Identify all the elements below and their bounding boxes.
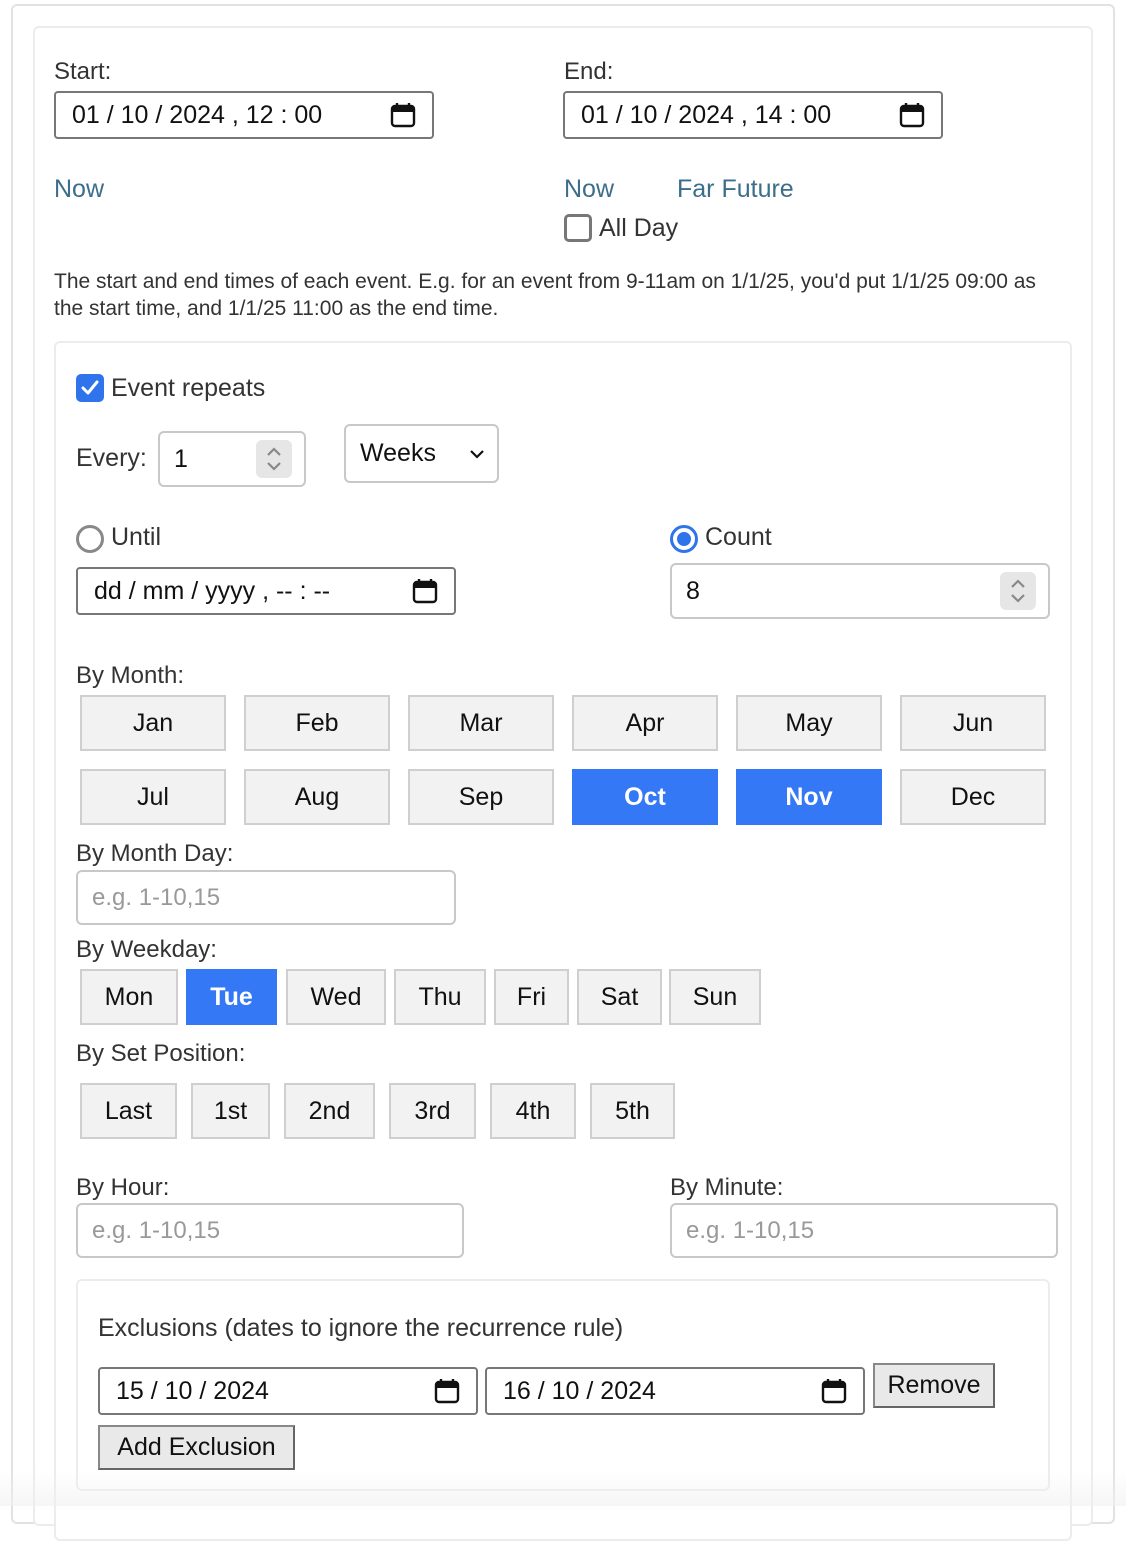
by-month-day-input[interactable]: e.g. 1-10,15 (76, 870, 456, 925)
by-minute-input[interactable]: e.g. 1-10,15 (670, 1203, 1058, 1258)
end-now-link[interactable]: Now (564, 174, 614, 204)
exclusion-date-value: 16 / 10 / 2024 (503, 1376, 656, 1405)
checkmark-icon (81, 380, 99, 395)
month-button-oct[interactable]: Oct (572, 769, 718, 825)
month-button-aug[interactable]: Aug (244, 769, 390, 825)
month-button-jan[interactable]: Jan (80, 695, 226, 751)
start-label: Start: (54, 58, 112, 85)
weekday-button-tue[interactable]: Tue (186, 969, 277, 1025)
exclusion-date-input[interactable]: 15 / 10 / 2024 (98, 1367, 478, 1415)
month-button-feb[interactable]: Feb (244, 695, 390, 751)
weekday-button-thu[interactable]: Thu (394, 969, 486, 1025)
set-position-button-5th[interactable]: 5th (590, 1083, 675, 1139)
weekday-button-sun[interactable]: Sun (669, 969, 761, 1025)
all-day-checkbox[interactable] (564, 214, 592, 242)
chevron-down-icon (470, 449, 484, 459)
count-value: 8 (686, 576, 700, 605)
calendar-icon[interactable] (412, 578, 438, 604)
by-month-day-placeholder: e.g. 1-10,15 (92, 883, 221, 911)
weekday-button-mon[interactable]: Mon (80, 969, 178, 1025)
exclusions-title: Exclusions (dates to ignore the recurren… (98, 1314, 624, 1342)
by-hour-label: By Hour: (76, 1174, 170, 1201)
calendar-icon[interactable] (899, 102, 925, 128)
month-button-nov[interactable]: Nov (736, 769, 882, 825)
weekday-button-sat[interactable]: Sat (577, 969, 662, 1025)
set-position-button-4th[interactable]: 4th (490, 1083, 576, 1139)
weekday-button-wed[interactable]: Wed (286, 969, 386, 1025)
start-datetime-input[interactable]: 01 / 10 / 2024 , 12 : 00 (54, 91, 434, 139)
by-hour-input[interactable]: e.g. 1-10,15 (76, 1203, 464, 1258)
calendar-icon[interactable] (390, 102, 416, 128)
add-exclusion-button[interactable]: Add Exclusion (98, 1425, 295, 1470)
weekday-button-fri[interactable]: Fri (494, 969, 569, 1025)
set-position-button-1st[interactable]: 1st (191, 1083, 270, 1139)
month-button-jul[interactable]: Jul (80, 769, 226, 825)
month-button-jun[interactable]: Jun (900, 695, 1046, 751)
frequency-select[interactable]: Weeks (344, 424, 499, 483)
far-future-link[interactable]: Far Future (677, 174, 794, 204)
help-text: The start and end times of each event. E… (54, 270, 1036, 320)
month-button-dec[interactable]: Dec (900, 769, 1046, 825)
until-label: Until (111, 523, 162, 551)
month-button-sep[interactable]: Sep (408, 769, 554, 825)
calendar-icon[interactable] (821, 1378, 847, 1404)
event-repeats-label: Event repeats (111, 374, 266, 402)
frequency-value: Weeks (360, 439, 436, 467)
scroll-fade (0, 1470, 1126, 1506)
until-datetime-input[interactable]: dd / mm / yyyy , -- : -- (76, 567, 456, 615)
by-weekday-label: By Weekday: (76, 936, 217, 963)
every-interval-input[interactable]: 1 (158, 431, 306, 487)
every-label: Every: (76, 444, 147, 472)
exclusion-date-value: 15 / 10 / 2024 (116, 1376, 269, 1405)
event-repeats-checkbox[interactable] (76, 374, 104, 402)
exclusion-date-input[interactable]: 16 / 10 / 2024 (485, 1367, 865, 1415)
by-month-label: By Month: (76, 662, 185, 689)
count-label: Count (705, 523, 772, 551)
set-position-button-3rd[interactable]: 3rd (389, 1083, 476, 1139)
by-minute-label: By Minute: (670, 1174, 784, 1201)
until-radio[interactable] (76, 525, 104, 553)
every-interval-value: 1 (174, 444, 188, 473)
start-datetime-value: 01 / 10 / 2024 , 12 : 00 (72, 100, 323, 129)
set-position-button-2nd[interactable]: 2nd (284, 1083, 375, 1139)
month-button-apr[interactable]: Apr (572, 695, 718, 751)
by-set-position-label: By Set Position: (76, 1040, 246, 1067)
count-radio[interactable] (670, 525, 698, 553)
stepper-icon[interactable] (1000, 572, 1036, 610)
month-button-may[interactable]: May (736, 695, 882, 751)
set-position-button-last[interactable]: Last (80, 1083, 177, 1139)
end-datetime-value: 01 / 10 / 2024 , 14 : 00 (581, 100, 832, 129)
count-input[interactable]: 8 (670, 563, 1050, 619)
all-day-label: All Day (599, 214, 679, 242)
by-hour-placeholder: e.g. 1-10,15 (92, 1216, 221, 1244)
by-minute-placeholder: e.g. 1-10,15 (686, 1216, 815, 1244)
start-now-link[interactable]: Now (54, 174, 104, 204)
end-label: End: (564, 58, 614, 85)
by-month-day-label: By Month Day: (76, 840, 234, 867)
stepper-icon[interactable] (256, 440, 292, 478)
month-button-mar[interactable]: Mar (408, 695, 554, 751)
calendar-icon[interactable] (434, 1378, 460, 1404)
end-datetime-input[interactable]: 01 / 10 / 2024 , 14 : 00 (563, 91, 943, 139)
until-placeholder: dd / mm / yyyy , -- : -- (94, 576, 331, 605)
remove-exclusion-button[interactable]: Remove (873, 1363, 995, 1408)
